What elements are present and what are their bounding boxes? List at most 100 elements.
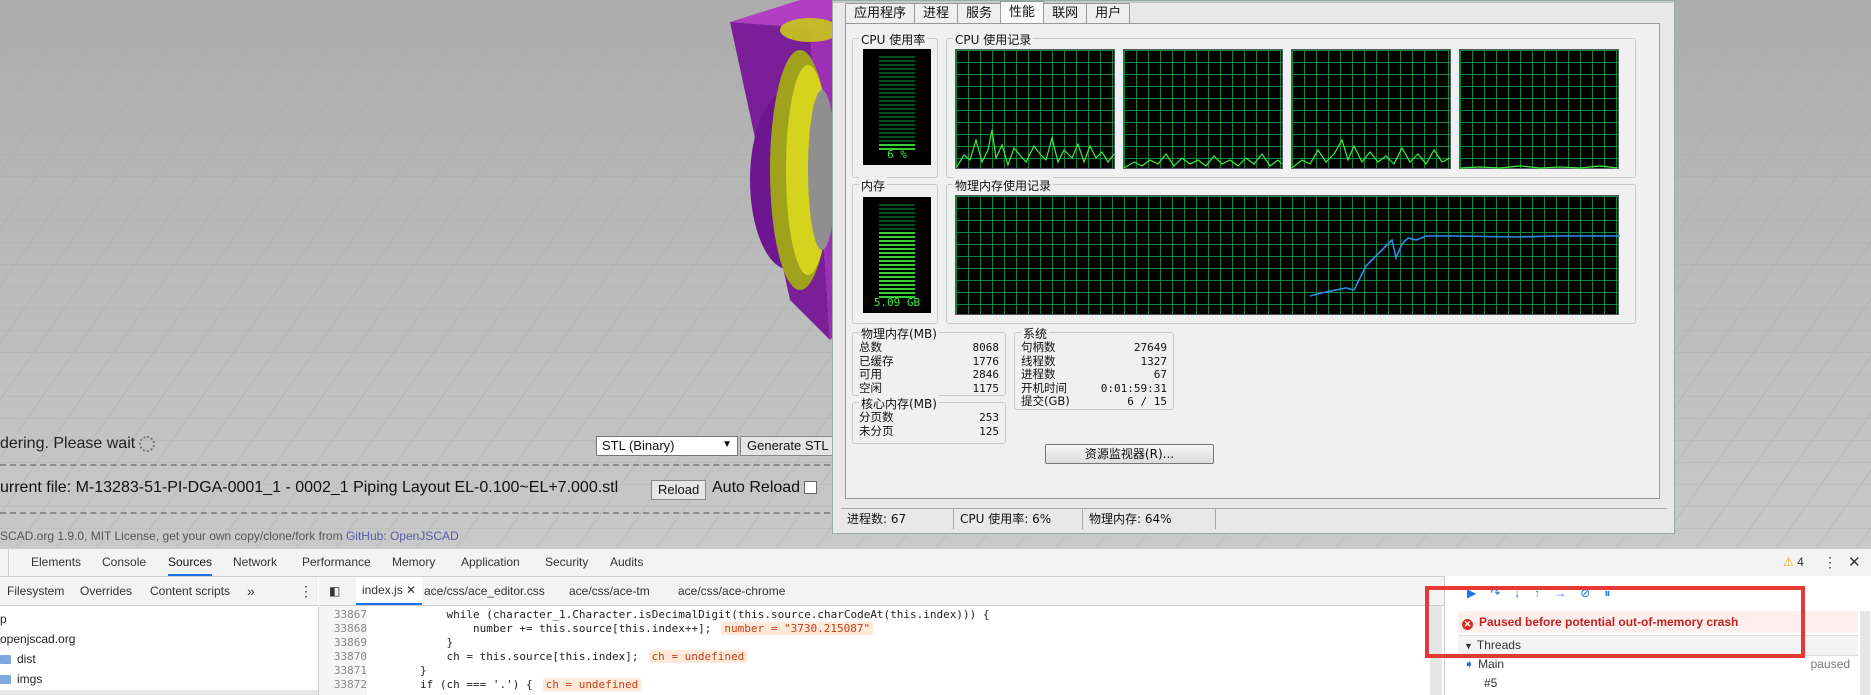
more-options-icon[interactable]: ⋮	[1823, 549, 1837, 576]
tree-item-imgs[interactable]: imgs	[0, 672, 42, 686]
tab-performance[interactable]: Performance	[302, 549, 371, 576]
toggle-navigator-icon[interactable]: ◧	[329, 577, 340, 605]
inline-value: ch = undefined	[542, 678, 642, 691]
tab-audits[interactable]: Audits	[610, 549, 643, 576]
tab-networking[interactable]: 联网	[1043, 3, 1088, 23]
loading-spinner-icon	[139, 435, 156, 452]
tab-performance[interactable]: 性能	[1000, 1, 1045, 23]
paused-banner: ✕ Paused before potential out-of-memory c…	[1458, 611, 1858, 633]
devtools-panel: Elements Console Sources Network Perform…	[0, 548, 1871, 695]
more-tabs-icon[interactable]: »	[247, 577, 255, 605]
tab-overrides[interactable]: Overrides	[80, 577, 132, 605]
tab-application[interactable]: Application	[461, 549, 520, 576]
github-link[interactable]: GitHub: OpenJSCAD	[346, 529, 459, 543]
code-line: 33872 if (ch === '.') {ch = undefined	[319, 678, 1444, 692]
task-manager-statusbar: 进程数: 67 CPU 使用率: 6% 物理内存: 64%	[841, 508, 1667, 529]
warnings-counter[interactable]: ⚠ 4	[1783, 549, 1804, 576]
file-tab-ace-editor-css[interactable]: ace/css/ace_editor.css	[424, 577, 545, 605]
step-icon[interactable]: →	[1554, 586, 1566, 602]
stat-handles: 句柄数 27649	[1021, 340, 1167, 354]
close-icon[interactable]: ✕	[1848, 549, 1861, 576]
thread-row-main[interactable]: ➧ Main paused	[1458, 655, 1858, 674]
expand-arrow-icon: ▼	[1464, 641, 1473, 651]
tab-applications[interactable]: 应用程序	[845, 3, 916, 23]
folder-icon	[0, 655, 11, 665]
tab-filesystem[interactable]: Filesystem	[7, 577, 64, 605]
format-select-value: STL (Binary)	[602, 438, 675, 453]
tab-users[interactable]: 用户	[1086, 3, 1131, 23]
file-tab-ace-chrome[interactable]: ace/css/ace-chrome	[678, 577, 785, 605]
file-tree: p openjscad.org dist imgs	[0, 606, 319, 695]
stat-total: 总数 8068	[859, 340, 999, 354]
debugger-controls: ▶ ↷ ↓ ↑ → ⊘ ⏸	[1467, 586, 1610, 602]
code-line: 33867 while (character_1.Character.isDec…	[333, 608, 990, 621]
folder-icon	[0, 675, 11, 685]
code-line: 33870 ch = this.source[this.index]; ch = …	[319, 650, 1444, 664]
warning-icon: ⚠	[1783, 555, 1794, 569]
auto-reload-toggle[interactable]: Auto Reload	[712, 479, 818, 497]
resume-icon[interactable]: ▶	[1467, 586, 1476, 602]
threads-section-header[interactable]: ▼ Threads	[1458, 635, 1858, 656]
status-processes: 进程数: 67	[841, 509, 954, 529]
code-editor[interactable]: 33867 while (character_1.Character.isDec…	[319, 606, 1444, 695]
divider	[0, 512, 840, 514]
status-cpu: CPU 使用率: 6%	[954, 509, 1083, 529]
format-select[interactable]: STL (Binary) ▼	[596, 436, 738, 456]
current-file-label: urrent file: M-13283-51-PI-DGA-0001_1 - …	[0, 479, 619, 496]
close-icon[interactable]: ✕	[406, 583, 416, 597]
stat-processes: 进程数 67	[1021, 367, 1167, 381]
cpu-usage-value: 6 %	[887, 148, 907, 161]
system-group: 系统 句柄数 27649 线程数 1327 进程数 67 开机时间 0:01:59:31…	[1014, 325, 1174, 410]
resource-monitor-button[interactable]: 资源监视器(R)...	[1045, 444, 1214, 464]
cpu-core-2-graph	[1291, 49, 1451, 169]
dock-icon[interactable]	[0, 549, 9, 576]
file-tab-ace-tm[interactable]: ace/css/ace-tm	[569, 577, 650, 605]
cpu-history-title: CPU 使用记录	[953, 31, 1034, 48]
stat-available: 可用 2846	[859, 367, 999, 381]
tab-sources[interactable]: Sources	[168, 549, 213, 576]
tab-network[interactable]: Network	[233, 549, 277, 576]
render-status: dering. Please wait	[0, 435, 156, 453]
tab-console[interactable]: Console	[102, 549, 146, 576]
deactivate-breakpoints-icon[interactable]: ⊘	[1580, 586, 1590, 602]
editor-scrollbar[interactable]	[1430, 606, 1442, 695]
tab-content-scripts[interactable]: Content scripts	[150, 577, 230, 605]
divider	[0, 464, 840, 466]
memory-value: 5.09 GB	[873, 296, 921, 309]
inline-value: ch = undefined	[648, 650, 748, 663]
generate-stl-button[interactable]: Generate STL	[740, 436, 836, 456]
footer-license: SCAD.org 1.9.0, MIT License, get your ow…	[0, 529, 459, 543]
tab-elements[interactable]: Elements	[31, 549, 81, 576]
memory-title: 内存	[859, 177, 888, 194]
cpu-core-1-graph	[1123, 49, 1283, 169]
tab-services[interactable]: 服务	[957, 3, 1002, 23]
debugger-sidebar: ▶ ↷ ↓ ↑ → ⊘ ⏸ ✕ Paused before potential o…	[1444, 576, 1871, 695]
auto-reload-checkbox[interactable]	[804, 481, 818, 495]
chevron-down-icon: ▼	[722, 439, 732, 450]
tree-item[interactable]: openjscad.org	[0, 632, 75, 646]
code-line: 33871 }	[333, 664, 427, 677]
step-out-icon[interactable]: ↑	[1534, 586, 1540, 602]
memory-group: 内存 5.09 GB	[852, 177, 938, 324]
navigator-menu-icon[interactable]: ⋮	[299, 577, 313, 605]
file-tab-index-js[interactable]: index.js ✕	[356, 577, 423, 605]
scrollbar[interactable]	[1860, 611, 1870, 695]
kernel-memory-group: 核心内存(MB) 分页数 253 未分页 125	[852, 395, 1006, 444]
memory-history-title: 物理内存使用记录	[953, 177, 1054, 194]
thread-row[interactable]: #5	[1458, 674, 1858, 693]
memory-history-graph	[955, 195, 1620, 315]
stat-cached: 已缓存 1776	[859, 353, 999, 368]
tab-security[interactable]: Security	[545, 549, 588, 576]
tab-memory[interactable]: Memory	[392, 549, 435, 576]
step-into-icon[interactable]: ↓	[1514, 586, 1520, 602]
tree-item-selected[interactable]	[0, 690, 318, 695]
memory-gauge: 5.09 GB	[863, 197, 931, 313]
reload-button[interactable]: Reload	[651, 480, 707, 500]
tree-item-dist[interactable]: dist	[0, 652, 36, 666]
cpu-usage-group: CPU 使用率 6 %	[852, 31, 938, 178]
tab-processes[interactable]: 进程	[914, 3, 959, 23]
pause-on-exceptions-icon[interactable]: ⏸	[1604, 586, 1610, 602]
step-over-icon[interactable]: ↷	[1490, 586, 1500, 602]
auto-reload-label: Auto Reload	[712, 479, 801, 496]
tree-item[interactable]: p	[0, 612, 7, 626]
